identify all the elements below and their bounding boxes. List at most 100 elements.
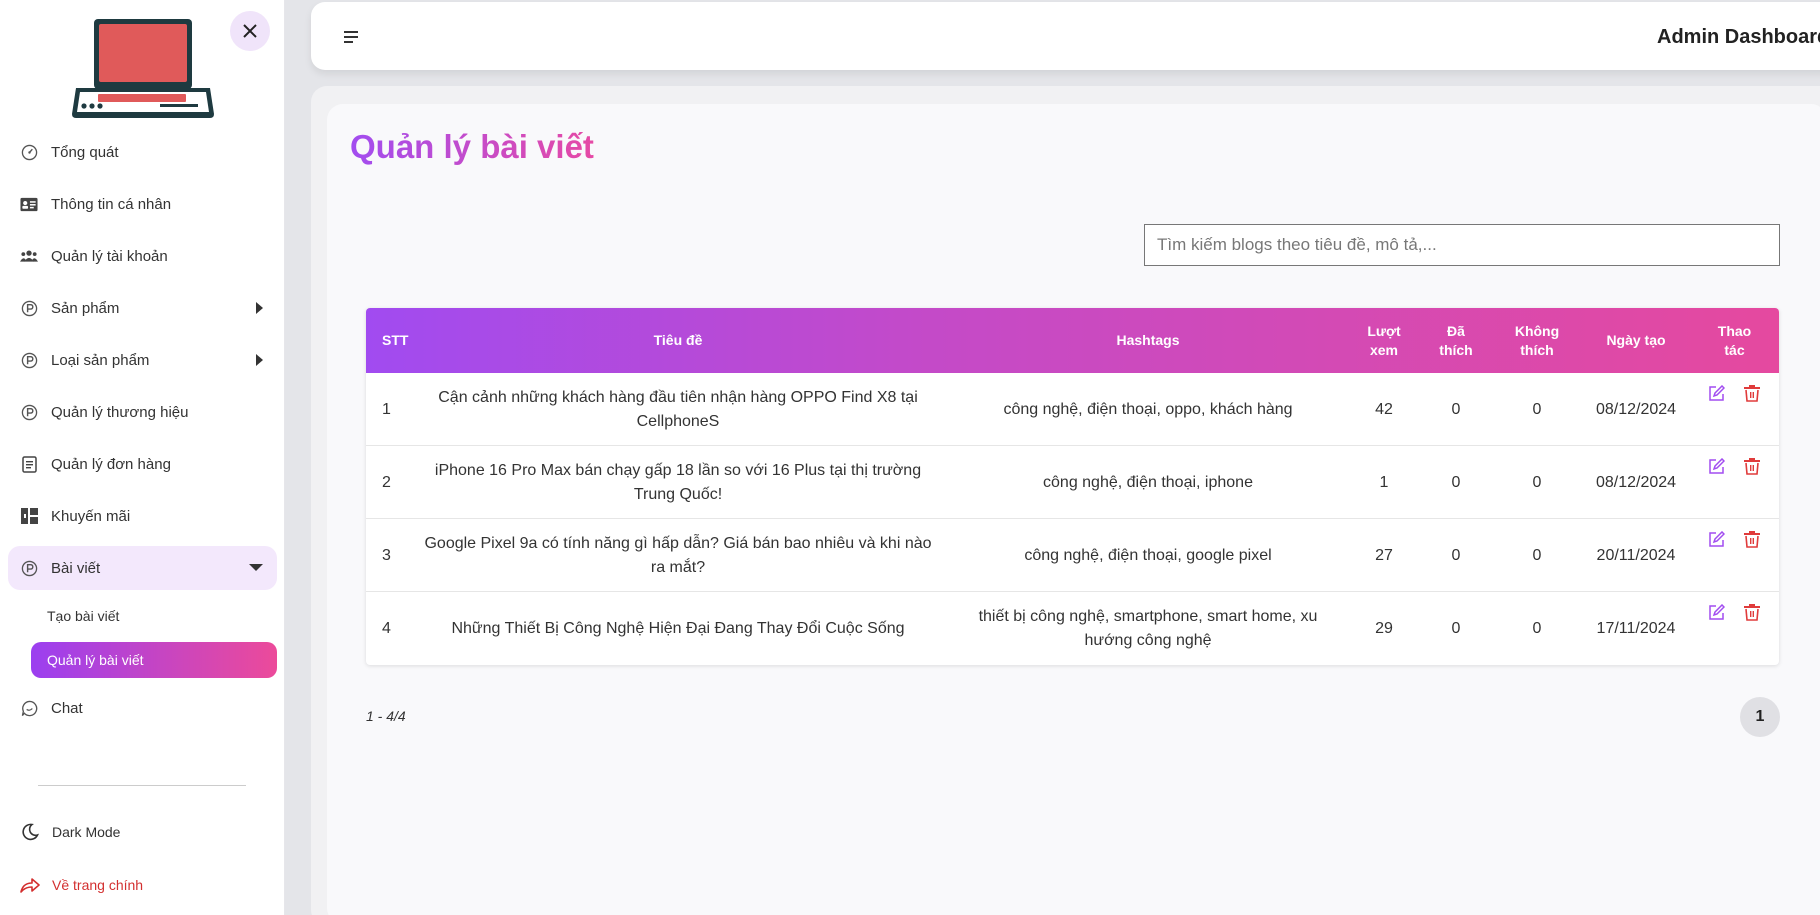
cell-dislikes: 0 [1532,619,1542,637]
cell-date: 08/12/2024 [1595,400,1677,418]
search-input[interactable] [1144,224,1780,266]
back-home-link[interactable]: Về trang chính [20,875,143,895]
cell-likes: 0 [1451,546,1461,564]
cell-date: 08/12/2024 [1595,473,1677,491]
sidebar-item-brands[interactable]: Quản lý thương hiệu [8,390,277,434]
sidebar-item-products[interactable]: Sản phẩm [8,286,277,330]
table-header: STT Tiêu đề Hashtags Lượt xem Đã thích K… [366,308,1779,373]
dashboard-gauge-icon [20,143,38,161]
cell-likes: 0 [1451,400,1461,418]
sidebar-nav: Tổng quát Thông tin cá nhân Quản lý tài … [0,130,285,738]
promotion-icon [20,507,38,525]
cell-stt: 3 [382,546,391,564]
delete-icon[interactable] [1743,458,1762,476]
cell-title: Cận cảnh những khách hàng đầu tiên nhận … [438,388,918,430]
topbar: Admin Dashboard [311,2,1820,70]
cell-date: 17/11/2024 [1596,619,1676,637]
page-button[interactable]: 1 [1740,697,1780,737]
sidebar-item-posts[interactable]: Bài viết [8,546,277,590]
p-circle-icon [20,403,38,421]
menu-icon[interactable] [344,29,362,45]
sidebar-item-label: Thông tin cá nhân [51,195,172,213]
p-circle-icon [20,559,38,577]
edit-icon[interactable] [1708,458,1726,476]
p-circle-icon [20,299,38,317]
sidebar-item-chat[interactable]: Chat [8,686,277,730]
dark-mode-label: Dark Mode [52,824,121,840]
document-icon [20,455,38,473]
cell-dislikes: 0 [1532,400,1542,418]
sidebar-subitem-create-post[interactable]: Tạo bài viết [31,598,277,634]
cell-likes: 0 [1451,473,1461,491]
table-row: 1 Cận cảnh những khách hàng đầu tiên nhậ… [366,373,1779,446]
cell-actions [1690,446,1779,519]
moon-icon [20,822,40,842]
id-card-icon [20,195,38,213]
cell-views: 42 [1375,400,1393,418]
sidebar-item-label: Quản lý thương hiệu [51,403,189,421]
table-row: 2 iPhone 16 Pro Max bán chạy gấp 18 lần … [366,446,1779,519]
column-header-actions: Thao tác [1717,322,1752,358]
sidebar-item-orders[interactable]: Quản lý đơn hàng [8,442,277,486]
column-header-hashtags: Hashtags [1116,332,1180,348]
sidebar-item-label: Sản phẩm [51,299,120,317]
sidebar-subitem-label: Tạo bài viết [47,608,120,624]
app-title: Admin Dashboard [1657,26,1820,48]
cell-hashtags: công nghệ, điện thoại, google pixel [1024,546,1272,564]
laptop-logo-icon [72,19,214,118]
delete-icon[interactable] [1743,531,1762,549]
back-home-label: Về trang chính [52,877,144,893]
delete-icon[interactable] [1743,604,1762,622]
column-header-views: Lượt xem [1367,322,1401,358]
sidebar-item-label: Khuyến mãi [51,507,131,525]
column-header-stt: STT [382,332,409,348]
sidebar-item-label: Loại sản phẩm [51,351,150,369]
dark-mode-toggle[interactable]: Dark Mode [20,822,120,842]
edit-icon[interactable] [1708,604,1726,622]
edit-icon[interactable] [1708,531,1726,549]
cell-title: Những Thiết Bị Công Nghệ Hiện Đại Đang T… [451,619,905,637]
cell-views: 27 [1375,546,1393,564]
cell-actions [1690,592,1779,665]
share-arrow-icon [20,875,40,895]
sidebar-item-label: Bài viết [51,559,101,577]
sidebar-item-accounts[interactable]: Quản lý tài khoản [8,234,277,278]
cell-dislikes: 0 [1532,546,1542,564]
cell-views: 29 [1375,619,1393,637]
sidebar-item-label: Chat [51,699,83,717]
posts-table: STT Tiêu đề Hashtags Lượt xem Đã thích K… [366,308,1779,665]
cell-actions [1690,373,1779,446]
chat-bubble-icon [20,699,38,717]
caret-right-icon [256,354,263,366]
pagination-info: 1 - 4/4 [366,708,406,724]
caret-right-icon [256,302,263,314]
cell-actions [1690,519,1779,592]
page-title: Quản lý bài viết [350,128,594,165]
sidebar-item-profile[interactable]: Thông tin cá nhân [8,182,277,226]
sidebar-subitem-label: Quản lý bài viết [47,652,144,668]
users-icon [20,247,38,265]
sidebar-subitem-manage-posts[interactable]: Quản lý bài viết [31,642,277,678]
cell-dislikes: 0 [1532,473,1542,491]
edit-icon[interactable] [1708,385,1726,403]
cell-hashtags: công nghệ, điện thoại, oppo, khách hàng [1003,400,1293,418]
sidebar-divider [38,785,246,786]
cell-stt: 1 [382,400,391,418]
sidebar-item-product-types[interactable]: Loại sản phẩm [8,338,277,382]
sidebar-item-promotions[interactable]: Khuyến mãi [8,494,277,538]
cell-stt: 2 [382,473,391,491]
sidebar-item-overview[interactable]: Tổng quát [8,130,277,174]
cell-date: 20/11/2024 [1596,546,1676,564]
close-sidebar-button[interactable] [230,11,270,51]
sidebar-item-label: Quản lý đơn hàng [51,455,171,473]
sidebar-item-label: Tổng quát [51,143,119,161]
cell-likes: 0 [1451,619,1461,637]
sidebar: Tổng quát Thông tin cá nhân Quản lý tài … [0,0,285,915]
cell-hashtags: công nghệ, điện thoại, iphone [1043,473,1253,491]
table-row: 3 Google Pixel 9a có tính năng gì hấp dẫ… [366,519,1779,592]
cell-hashtags: thiết bị công nghệ, smartphone, smart ho… [978,607,1318,649]
cell-title: Google Pixel 9a có tính năng gì hấp dẫn?… [424,534,932,576]
delete-icon[interactable] [1743,385,1762,403]
close-icon [243,24,257,38]
column-header-dislikes: Không thích [1514,322,1560,358]
